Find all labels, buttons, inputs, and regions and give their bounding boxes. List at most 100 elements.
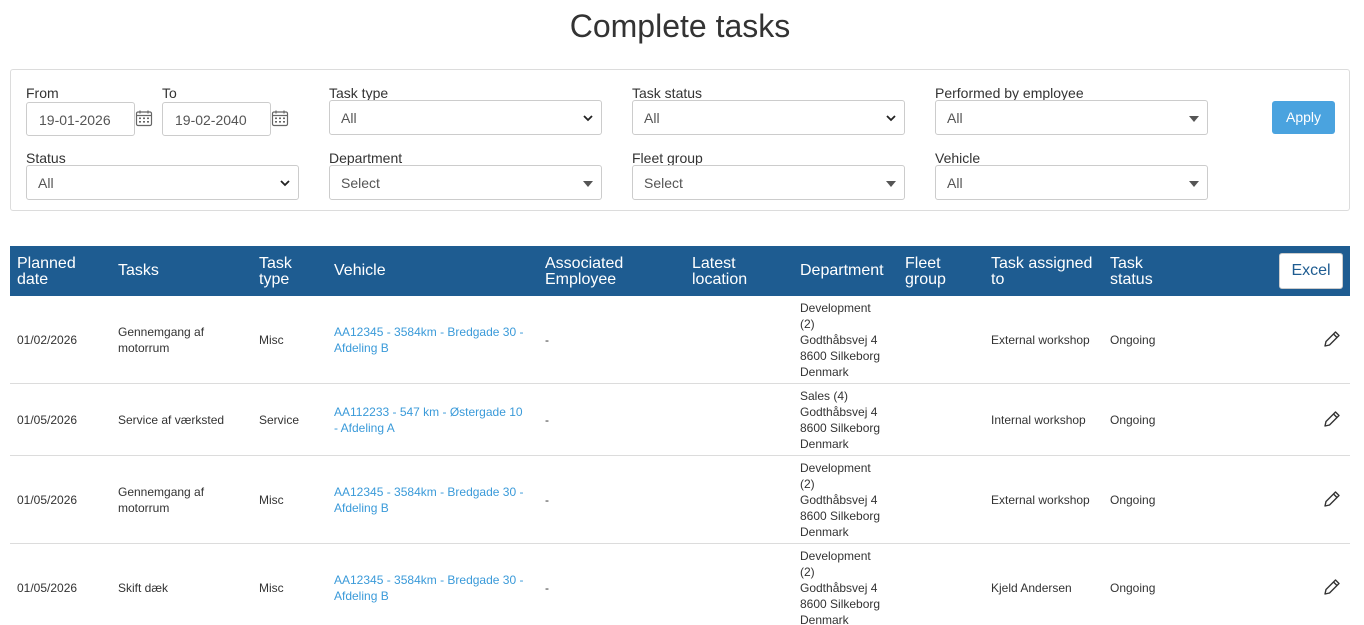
- status-label: Status: [26, 150, 66, 166]
- header-line: type: [259, 271, 290, 288]
- vehicle-link[interactable]: AA112233 - 547 km - Østergade 10 - Afdel…: [334, 404, 523, 436]
- excel-export-button[interactable]: Excel: [1279, 253, 1343, 289]
- cell-task-status: Ongoing: [1110, 493, 1156, 507]
- header-task-assigned-to[interactable]: Task assigned to: [991, 256, 1092, 288]
- pencil-icon[interactable]: [1322, 577, 1342, 597]
- cell-line: Development: [800, 461, 871, 475]
- cell-line: motorrum: [118, 501, 170, 515]
- vehicle-link[interactable]: AA12345 - 3584km - Bredgade 30 - Afdelin…: [334, 484, 523, 516]
- cell-assigned-to: Kjeld Andersen: [991, 581, 1072, 595]
- header-latest-location[interactable]: Latest location: [692, 256, 747, 288]
- header-tasks[interactable]: Tasks: [118, 263, 159, 279]
- calendar-icon[interactable]: [271, 109, 289, 127]
- header-department[interactable]: Department: [800, 263, 884, 279]
- cell-line: Gennemgang af: [118, 485, 205, 499]
- vehicle-label: Vehicle: [935, 150, 981, 166]
- task-type-select[interactable]: All: [329, 100, 602, 135]
- cell-line: Godthåbsvej 4: [800, 493, 878, 507]
- performed-by-select[interactable]: All: [935, 100, 1208, 135]
- table-row: 01/02/2026 Gennemgang af motorrum Misc A…: [10, 296, 1350, 384]
- table-row: 01/05/2026 Gennemgang af motorrum Misc A…: [10, 456, 1350, 544]
- caret-down-icon: [1189, 181, 1199, 187]
- fleet-group-label: Fleet group: [632, 150, 703, 166]
- cell-line: Denmark: [800, 525, 849, 539]
- header-line: Latest: [692, 255, 736, 272]
- cell-planned-date: 01/05/2026: [17, 581, 78, 595]
- cell-line: (2): [800, 477, 815, 491]
- cell-employee: -: [545, 493, 549, 507]
- cell-task: Gennemgang af motorrum: [118, 484, 204, 516]
- table-header: Planned date Tasks Task type Vehicle Ass…: [10, 246, 1350, 296]
- header-line: Vehicle: [334, 262, 386, 279]
- header-fleet-group[interactable]: Fleet group: [905, 256, 946, 288]
- header-associated-employee[interactable]: Associated Employee: [545, 256, 623, 288]
- to-date-input[interactable]: 19-02-2040: [162, 102, 271, 136]
- cell-line: Godthåbsvej 4: [800, 581, 878, 595]
- cell-task: Gennemgang af motorrum: [118, 324, 204, 356]
- header-line: Task: [1110, 255, 1143, 272]
- header-line: status: [1110, 271, 1153, 288]
- cell-line: Denmark: [800, 613, 849, 625]
- table-row: 01/05/2026 Service af værksted Service A…: [10, 384, 1350, 456]
- chevron-down-icon: [886, 115, 896, 122]
- header-line: Associated: [545, 255, 624, 272]
- vehicle-link[interactable]: AA12345 - 3584km - Bredgade 30 - Afdelin…: [334, 324, 523, 356]
- vehicle-link[interactable]: AA12345 - 3584km - Bredgade 30 - Afdelin…: [334, 572, 523, 604]
- task-status-value: All: [644, 110, 660, 126]
- performed-by-label: Performed by employee: [935, 85, 1084, 101]
- cell-task-status: Ongoing: [1110, 413, 1156, 427]
- cell-employee: -: [545, 581, 549, 595]
- cell-task-type: Service: [259, 413, 300, 427]
- apply-button[interactable]: Apply: [1272, 101, 1335, 134]
- header-line: Tasks: [118, 262, 159, 279]
- cell-planned-date: 01/05/2026: [17, 413, 78, 427]
- cell-line: Denmark: [800, 437, 849, 451]
- header-task-type[interactable]: Task type: [259, 256, 292, 288]
- calendar-icon[interactable]: [135, 109, 153, 127]
- chevron-down-icon: [583, 115, 593, 122]
- cell-task-type: Misc: [259, 581, 284, 595]
- cell-task-status: Ongoing: [1110, 581, 1156, 595]
- cell-line: Afdeling B: [334, 589, 389, 603]
- cell-line: Denmark: [800, 365, 849, 379]
- department-select[interactable]: Select: [329, 165, 602, 200]
- cell-line: (2): [800, 317, 815, 331]
- cell-line: AA112233 - 547 km - Østergade 10: [334, 405, 523, 419]
- header-planned-date[interactable]: Planned date: [17, 256, 76, 288]
- header-vehicle[interactable]: Vehicle: [334, 263, 386, 279]
- cell-task-status: Ongoing: [1110, 333, 1156, 347]
- cell-line: 8600 Silkeborg: [800, 509, 881, 523]
- task-type-value: All: [341, 110, 357, 126]
- fleet-group-select[interactable]: Select: [632, 165, 905, 200]
- header-line: Department: [800, 262, 884, 279]
- fleet-group-value: Select: [644, 175, 683, 191]
- pencil-icon[interactable]: [1322, 329, 1342, 349]
- vehicle-value: All: [947, 175, 963, 191]
- chevron-down-icon: [280, 180, 290, 187]
- pencil-icon[interactable]: [1322, 489, 1342, 509]
- filter-panel: From 19-01-2026 To 19-02-2040 Task type …: [10, 69, 1350, 211]
- task-status-select[interactable]: All: [632, 100, 905, 135]
- header-line: Fleet: [905, 255, 941, 272]
- cell-line: AA12345 - 3584km - Bredgade 30 -: [334, 573, 524, 587]
- cell-line: Gennemgang af: [118, 325, 205, 339]
- performed-by-value: All: [947, 110, 963, 126]
- cell-department: Development (2) Godthåbsvej 4 8600 Silke…: [800, 300, 880, 380]
- cell-planned-date: 01/02/2026: [17, 333, 78, 347]
- tasks-table: Planned date Tasks Task type Vehicle Ass…: [10, 246, 1350, 625]
- cell-department: Sales (4) Godthåbsvej 4 8600 Silkeborg D…: [800, 388, 880, 452]
- cell-line: - Afdeling A: [334, 421, 395, 435]
- header-line: Task: [259, 255, 292, 272]
- header-line: to: [991, 271, 1005, 288]
- department-label: Department: [329, 150, 403, 166]
- caret-down-icon: [583, 181, 593, 187]
- cell-assigned-to: External workshop: [991, 493, 1090, 507]
- vehicle-select[interactable]: All: [935, 165, 1208, 200]
- cell-line: 8600 Silkeborg: [800, 421, 881, 435]
- header-task-status[interactable]: Task status: [1110, 256, 1153, 288]
- cell-employee: -: [545, 333, 549, 347]
- cell-line: 8600 Silkeborg: [800, 349, 881, 363]
- pencil-icon[interactable]: [1322, 409, 1342, 429]
- from-date-input[interactable]: 19-01-2026: [26, 102, 135, 136]
- status-select[interactable]: All: [26, 165, 299, 200]
